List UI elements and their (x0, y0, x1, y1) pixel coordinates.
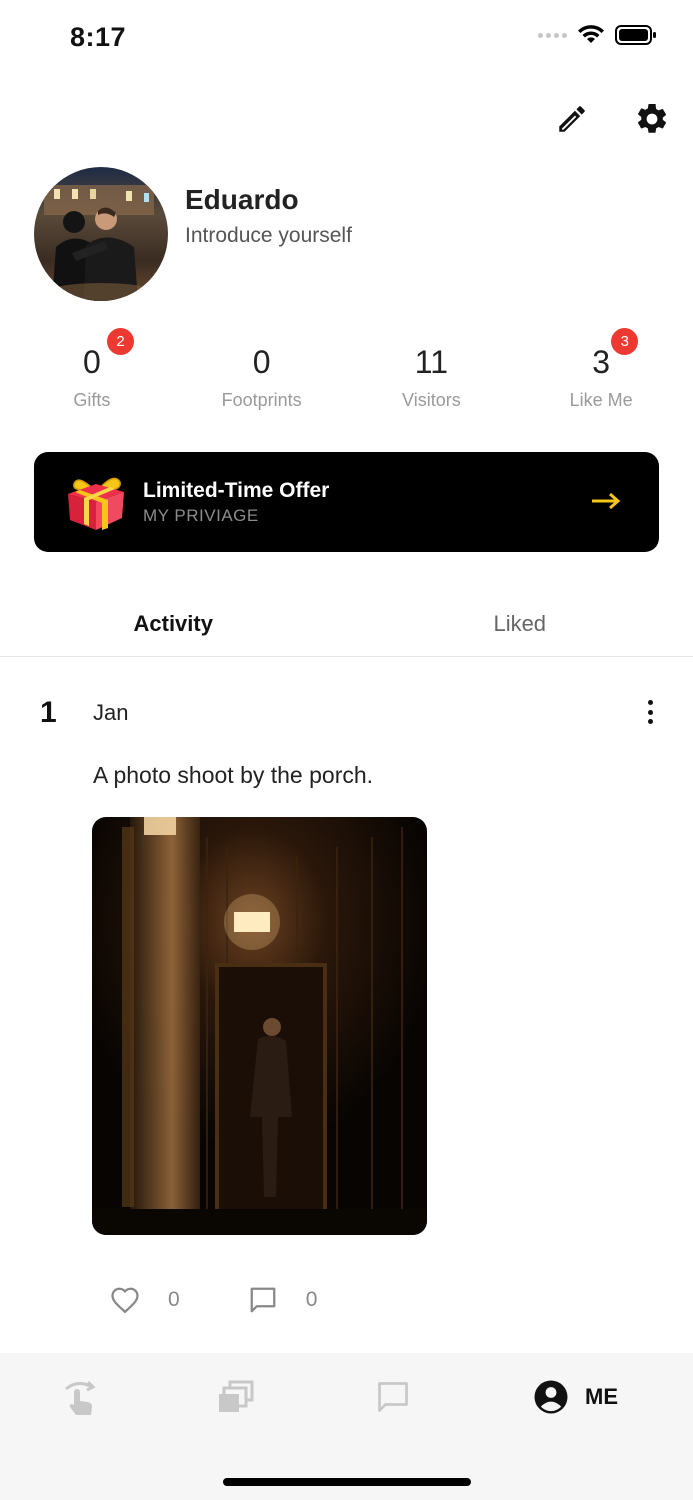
pencil-icon (559, 106, 585, 132)
post-photo[interactable] (92, 817, 427, 1235)
gear-icon (637, 103, 667, 133)
battery-icon (615, 25, 656, 45)
signal-icon (538, 32, 567, 38)
stat-label: Like Me (569, 390, 633, 410)
wifi-icon (578, 25, 604, 43)
settings-button[interactable] (633, 100, 671, 138)
stat-like-me[interactable]: 3 3 Like Me (516, 328, 686, 411)
status-icons (538, 24, 657, 46)
stat-label: Gifts (73, 390, 111, 410)
post-text: A photo shoot by the porch. (93, 762, 374, 788)
stat-value: 11 (414, 344, 448, 380)
stat-label: Footprints (221, 390, 302, 410)
tab-liked[interactable]: Liked (347, 590, 693, 656)
more-options-button[interactable] (640, 700, 660, 724)
offer-title: Limited-Time Offer (143, 479, 330, 502)
porch-photo (92, 817, 427, 1235)
limited-offer-banner[interactable]: Limited-Time Offer MY PRIVIAGE (34, 452, 659, 552)
profile-actions (553, 100, 671, 138)
photo-stack-icon (219, 1380, 254, 1412)
home-indicator (223, 1478, 471, 1486)
stat-value: 0 (82, 344, 101, 380)
user-circle-icon (534, 1380, 568, 1414)
nav-messages[interactable] (375, 1375, 411, 1419)
comment-icon[interactable] (248, 1285, 278, 1315)
nav-swipe[interactable] (60, 1375, 98, 1419)
avatar-photo (34, 167, 168, 301)
post-actions: 0 0 (110, 1285, 317, 1315)
avatar[interactable] (34, 167, 168, 301)
gift-icon (68, 477, 124, 530)
profile-name: Eduardo (185, 184, 299, 215)
notification-badge: 2 (107, 328, 134, 355)
profile-tabs: Activity Liked (0, 590, 693, 657)
stat-footprints[interactable]: 0 Footprints (177, 340, 347, 411)
stat-label: Visitors (402, 390, 461, 410)
comment-count: 0 (305, 1288, 318, 1311)
stat-value: 0 (252, 344, 271, 380)
arrow-right-icon (592, 492, 621, 510)
stat-visitors[interactable]: 11 Visitors (347, 340, 517, 411)
chat-icon (378, 1382, 408, 1412)
tab-activity[interactable]: Activity (0, 590, 347, 656)
stat-gifts[interactable]: 0 2 Gifts (7, 328, 177, 411)
stat-value: 3 (592, 344, 611, 380)
more-dot (647, 719, 653, 724)
status-bar: 8:17 (0, 0, 693, 80)
more-dot (647, 700, 653, 705)
like-count: 0 (168, 1288, 180, 1311)
post-date-day: 1 (40, 696, 57, 729)
profile-bio[interactable]: Introduce yourself (185, 224, 352, 248)
nav-moments[interactable] (218, 1375, 254, 1419)
stats-row: 0 2 Gifts 0 Footprints 11 Visitors 3 3 L… (7, 328, 686, 411)
status-time: 8:17 (70, 22, 127, 52)
heart-icon[interactable] (110, 1286, 140, 1314)
edit-profile-button[interactable] (553, 100, 591, 138)
offer-subtitle: MY PRIVIAGE (143, 506, 259, 525)
swipe-hand-icon (65, 1380, 96, 1415)
post-date-month: Jan (93, 700, 129, 725)
more-dot (647, 709, 653, 715)
nav-me-label: ME (585, 1384, 618, 1409)
nav-me[interactable]: ME (533, 1375, 618, 1419)
